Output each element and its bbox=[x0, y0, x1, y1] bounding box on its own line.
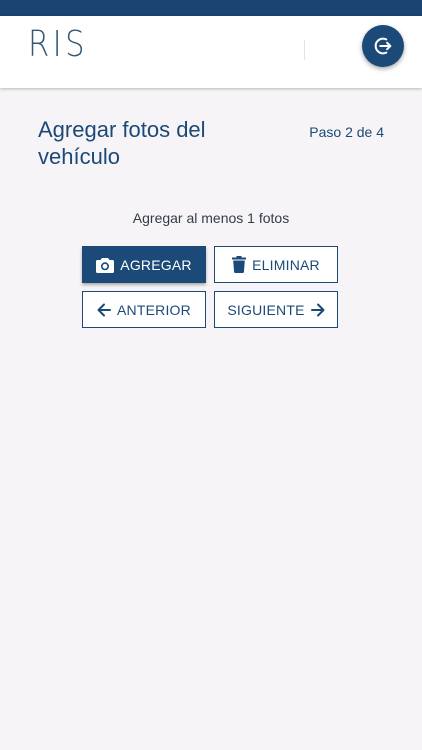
app-logo: RIS bbox=[28, 24, 88, 65]
arrow-right-icon bbox=[310, 303, 325, 316]
next-label: SIGUIENTE bbox=[227, 301, 305, 318]
trash-icon bbox=[232, 256, 247, 273]
app-header: RIS bbox=[0, 16, 422, 88]
delete-photo-label: ELIMINAR bbox=[252, 256, 320, 273]
logout-icon bbox=[374, 37, 392, 55]
delete-photo-button[interactable]: ELIMINAR bbox=[214, 246, 338, 283]
previous-button[interactable]: ANTERIOR bbox=[82, 291, 206, 328]
header-divider bbox=[304, 40, 305, 60]
arrow-left-icon bbox=[97, 303, 112, 316]
add-photo-button[interactable]: AGREGAR bbox=[82, 246, 206, 283]
camera-icon bbox=[96, 257, 115, 273]
page-title: Agregar fotos del vehículo bbox=[38, 117, 206, 169]
status-bar bbox=[0, 0, 422, 16]
add-photo-label: AGREGAR bbox=[120, 256, 192, 273]
step-indicator: Paso 2 de 4 bbox=[309, 124, 384, 140]
photo-instruction: Agregar al menos 1 fotos bbox=[132, 210, 290, 226]
next-button[interactable]: SIGUIENTE bbox=[214, 291, 338, 328]
logout-button[interactable] bbox=[362, 25, 404, 67]
previous-label: ANTERIOR bbox=[117, 301, 191, 318]
